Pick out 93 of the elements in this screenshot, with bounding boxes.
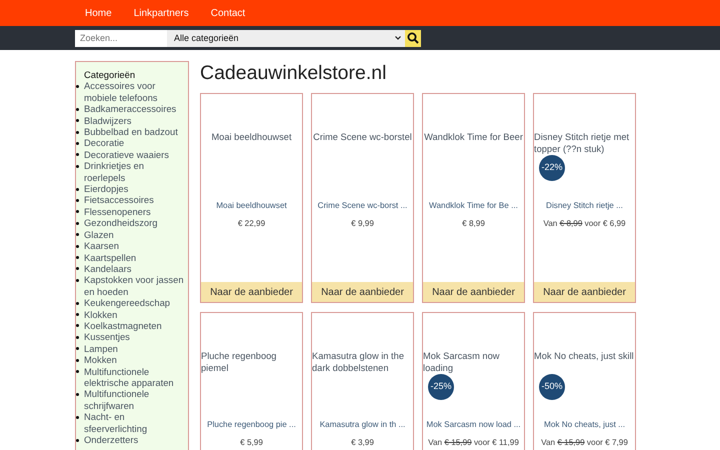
- category-link[interactable]: Koelkastmagneten: [84, 320, 162, 332]
- product-price: Van € 15,99 voor € 7,99: [540, 438, 629, 447]
- product-price: € 5,99: [239, 438, 264, 447]
- product-price: € 22,99: [236, 219, 266, 228]
- chevron-down-icon: [395, 36, 401, 40]
- bullet-icon: [76, 324, 79, 328]
- image-alt-text: Disney Stitch rietje met topper (??n stuk): [534, 132, 630, 155]
- bullet-icon: [76, 153, 79, 156]
- category-link[interactable]: Lampen: [84, 342, 118, 354]
- category-link[interactable]: Kaarsen: [84, 240, 119, 252]
- category-link[interactable]: Kussentjes: [84, 331, 130, 343]
- category-link[interactable]: Multifunctionele schrijfwaren: [84, 388, 184, 412]
- bullet-icon: [76, 198, 79, 202]
- bullet-icon: [76, 370, 79, 374]
- product-name[interactable]: Mok No cheats, just ...: [534, 420, 635, 429]
- discount-badge: -50%: [539, 374, 565, 400]
- product-name[interactable]: Pluche regenboog pie ...: [201, 420, 302, 429]
- product-name[interactable]: Moai beeldhouwset: [201, 201, 302, 210]
- category-link[interactable]: Flessenopeners: [84, 206, 151, 218]
- nav-link[interactable]: Contact: [210, 8, 256, 18]
- search-field[interactable]: Zoeken...: [75, 30, 167, 46]
- bullet-icon: [76, 222, 79, 225]
- category-link[interactable]: Bladwijzers: [84, 114, 132, 126]
- category-link[interactable]: Kaartspellen: [84, 252, 136, 263]
- offer-button[interactable]: Naar de aanbieder: [201, 282, 302, 302]
- bullet-icon: [76, 188, 79, 191]
- discount-badge: -22%: [539, 155, 565, 181]
- category-link[interactable]: Bubbelbad en badzout: [84, 126, 178, 138]
- image-alt-text: Pluche regenboog piemel: [201, 351, 278, 374]
- category-link[interactable]: Glazen: [84, 228, 114, 240]
- product-name[interactable]: Wandklok Time for Be ...: [423, 201, 524, 210]
- category-link[interactable]: Klokken: [84, 308, 118, 320]
- bullet-icon: [76, 108, 79, 111]
- offer-button[interactable]: Naar de aanbieder: [312, 282, 413, 302]
- category-link[interactable]: Gezondheidszorg: [84, 217, 158, 229]
- image-alt-text: Moai beeldhouwset: [210, 132, 293, 144]
- bullet-icon: [76, 438, 79, 442]
- category-link[interactable]: Eierdopjes: [84, 183, 128, 194]
- product-name[interactable]: Disney Stitch rietje ...: [534, 201, 635, 210]
- bullet-icon: [76, 347, 79, 350]
- category-link[interactable]: Badkameraccessoires: [84, 103, 176, 115]
- category-link[interactable]: Accessoires voor mobiele telefoons: [84, 80, 184, 104]
- bullet-icon: [76, 358, 79, 362]
- bullet-icon: [76, 392, 79, 396]
- bullet-icon: [76, 244, 79, 248]
- product-name[interactable]: Mok Sarcasm now load ...: [423, 420, 524, 429]
- bullet-icon: [76, 267, 79, 270]
- category-link[interactable]: Fietsaccessoires: [84, 194, 154, 206]
- category-link[interactable]: Drinkrietjes en roerlepels: [84, 160, 184, 184]
- bullet-icon: [76, 278, 79, 282]
- category-link[interactable]: Nacht- en sfeerverlichting: [84, 411, 184, 434]
- bullet-icon: [76, 119, 79, 122]
- bullet-icon: [76, 84, 79, 88]
- category-link[interactable]: Keukengereedschap: [84, 297, 170, 309]
- category-dropdown[interactable]: Alle categorieën: [167, 30, 405, 46]
- page-title: Cadeauwinkelstore.nl: [200, 61, 388, 85]
- offer-button[interactable]: Naar de aanbieder: [534, 282, 635, 302]
- bullet-icon: [76, 416, 79, 419]
- nav-link[interactable]: Home: [85, 8, 123, 18]
- category-link[interactable]: Decoratieve waaiers: [84, 148, 169, 160]
- bullet-icon: [76, 130, 79, 134]
- product-price: Van € 15,99 voor € 11,99: [427, 438, 520, 447]
- bullet-icon: [76, 302, 79, 305]
- product-name[interactable]: Kamasutra glow in th ...: [312, 420, 413, 429]
- bullet-icon: [76, 256, 79, 259]
- product-price: € 8,99: [461, 219, 486, 228]
- image-alt-text: Mok No cheats, just skill: [534, 351, 635, 362]
- search-icon: [407, 32, 419, 44]
- category-link[interactable]: Kandelaars: [84, 262, 132, 274]
- discount-badge: -25%: [428, 374, 454, 400]
- search-button[interactable]: [405, 30, 421, 46]
- bullet-icon: [76, 210, 79, 214]
- product-price: € 3,99: [350, 438, 375, 447]
- product-price: Van € 8,99 voor € 6,99: [542, 219, 627, 228]
- image-alt-text: Kamasutra glow in the dark dobbelstenen: [312, 351, 405, 374]
- category-link[interactable]: Kapstokken voor jassen en hoeden: [84, 274, 184, 298]
- bullet-icon: [76, 336, 79, 339]
- bullet-icon: [76, 313, 79, 316]
- image-alt-text: Crime Scene wc-borstel: [312, 132, 413, 144]
- image-alt-text: Mok Sarcasm now loading: [423, 351, 500, 374]
- bullet-icon: [76, 164, 79, 168]
- product-price: € 9,99: [350, 219, 375, 228]
- bullet-icon: [76, 233, 79, 236]
- category-link[interactable]: Mokken: [84, 354, 117, 366]
- nav-link[interactable]: Linkpartners: [134, 8, 200, 18]
- bullet-icon: [76, 142, 79, 145]
- category-link[interactable]: Onderzetters: [84, 434, 138, 446]
- offer-button[interactable]: Naar de aanbieder: [423, 282, 524, 302]
- category-link[interactable]: Decoratie: [84, 137, 124, 149]
- product-name[interactable]: Crime Scene wc-borst ...: [312, 201, 413, 210]
- sidebar-title: Categorieën: [84, 69, 136, 80]
- category-link[interactable]: Multifunctionele elektrische apparaten: [84, 366, 184, 388]
- image-alt-text: Wandklok Time for Beer: [423, 132, 524, 144]
